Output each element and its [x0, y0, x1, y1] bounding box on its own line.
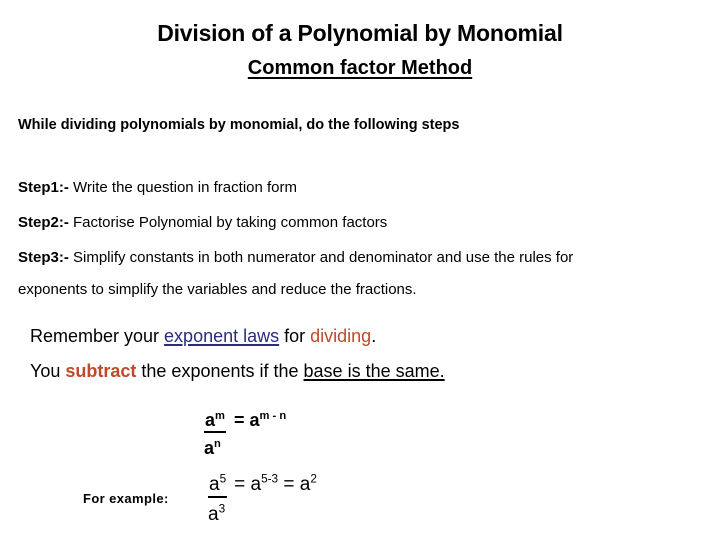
formula-2-denominator-exponent: 3: [218, 502, 226, 516]
formula-1-result-exponent: m - n: [259, 410, 287, 422]
remember-line-1: Remember your exponent laws for dividing…: [30, 327, 690, 345]
formula-2-result-exponent: 2: [310, 472, 317, 486]
formula-2-equals-1: =: [234, 474, 246, 495]
formula-2-middle-exponent: 5-3: [261, 472, 279, 486]
step-3-text-line2: exponents to simplify the variables and …: [18, 280, 417, 298]
formula-1-denominator-base: a: [204, 438, 215, 458]
dividing-emphasis: dividing: [310, 326, 372, 346]
formula-2-denominator: a3: [208, 502, 317, 525]
formula-2-numerator-exponent: 5: [219, 472, 227, 486]
formula-1-denominator-exponent: n: [214, 438, 221, 450]
remember-line-2: You subtract the exponents if the base i…: [30, 362, 690, 380]
page-subtitle: Common factor Method: [0, 57, 720, 79]
step-item-3: Step3:- Simplify constants in both numer…: [18, 249, 720, 300]
exponent-laws-highlight: exponent laws: [164, 326, 280, 346]
formula-2-middle-base: a: [250, 474, 262, 495]
step-1-label: Step1:-: [18, 179, 69, 196]
formula-1-numerator-base: a: [205, 410, 216, 430]
step-3-label: Step3:-: [18, 249, 69, 266]
step-item-1: Step1:- Write the question in fraction f…: [18, 179, 720, 198]
formula-2-numerator-base: a: [209, 474, 220, 495]
formula-1-equals: =: [233, 410, 245, 430]
step-3-text: Simplify constants in both numerator and…: [68, 249, 574, 266]
formula-2-numerator: a5: [208, 472, 228, 498]
slide-canvas: Division of a Polynomial by Monomial Com…: [0, 0, 720, 540]
step-2-label: Step2:-: [18, 214, 69, 231]
intro-text: While dividing polynomials by monomial, …: [18, 117, 460, 133]
page-title: Division of a Polynomial by Monomial: [157, 20, 563, 46]
page-subtitle-text: Common factor Method: [247, 57, 473, 79]
formula-2-equals-2: =: [283, 474, 295, 495]
remember-line1-part3: .: [371, 326, 377, 346]
step-1-text: Write the question in fraction form: [68, 179, 298, 196]
remember-line1-part2: for: [279, 326, 311, 346]
formula-example-quotient: a5 = a5-3 = a2 a3: [208, 472, 317, 525]
formula-2-denominator-base: a: [208, 504, 219, 525]
remember-line2-part1: You: [30, 361, 66, 381]
formula-1-numerator-exponent: m: [215, 410, 225, 422]
remember-line1-part1: Remember your: [30, 326, 165, 346]
step-item-2: Step2:- Factorise Polynomial by taking c…: [18, 214, 720, 233]
formula-1-numerator: am: [204, 410, 226, 433]
step-2-text: Factorise Polynomial by taking common fa…: [68, 214, 388, 231]
formula-1-result-base: a: [249, 410, 260, 430]
formula-1-denominator: an: [204, 438, 286, 458]
formula-general-quotient-rule: am = am - n an: [204, 410, 287, 458]
formula-2-result-base: a: [299, 474, 311, 495]
subtract-emphasis: subtract: [65, 361, 137, 381]
example-label: For example:: [83, 491, 169, 506]
remember-line2-part2: the exponents if the: [136, 361, 304, 381]
base-is-the-same-highlight: base is the same.: [303, 361, 445, 381]
